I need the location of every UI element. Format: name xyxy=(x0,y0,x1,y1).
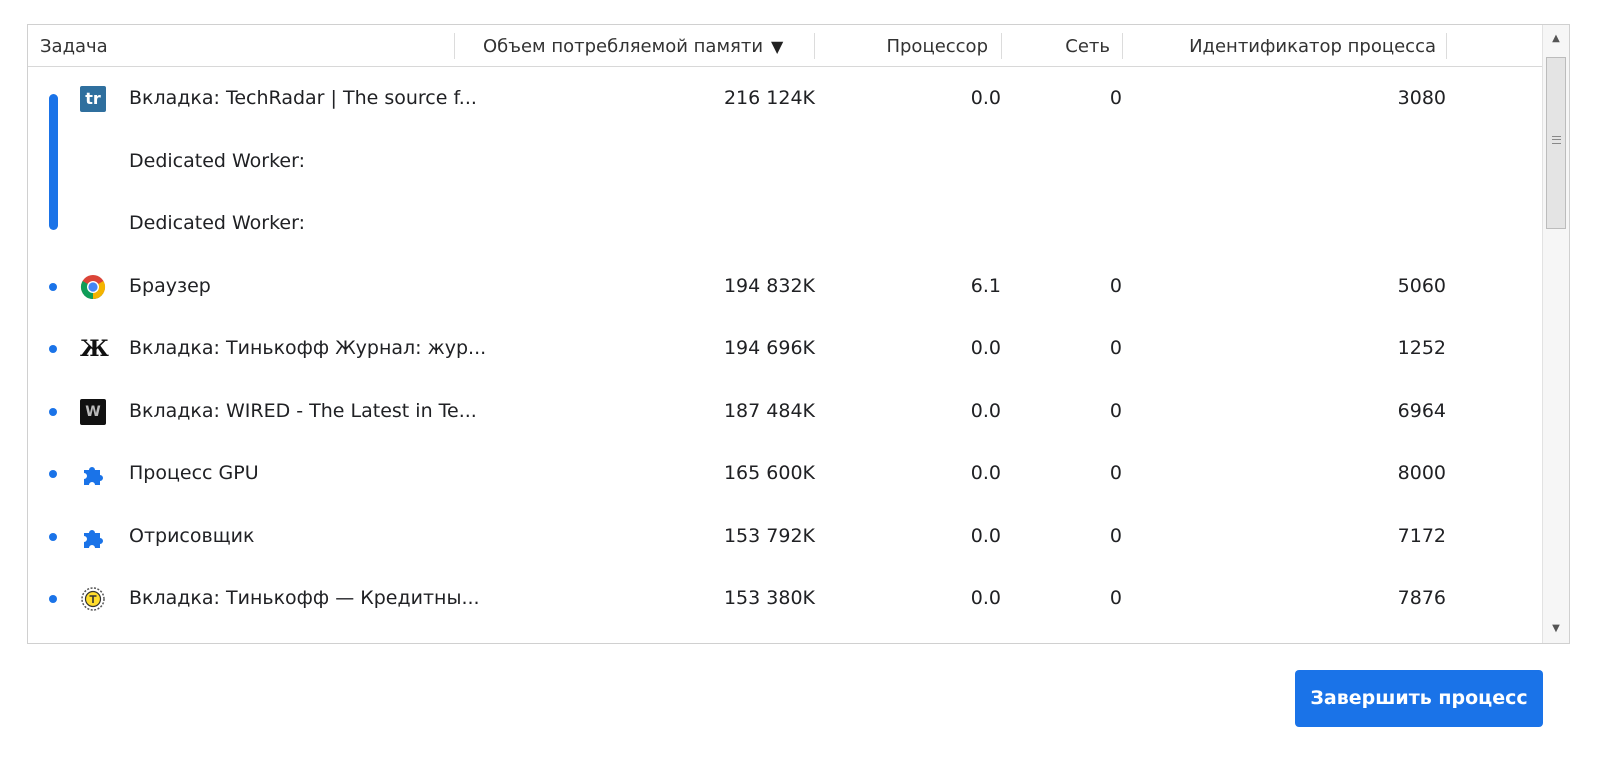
network-value: 0 xyxy=(1109,525,1122,547)
cpu-value: 6.1 xyxy=(970,275,1001,297)
cpu-value: 0.0 xyxy=(970,87,1001,109)
grip-icon xyxy=(1552,136,1561,144)
column-divider[interactable] xyxy=(1446,33,1447,59)
task-name: Браузер xyxy=(129,275,211,297)
process-dot xyxy=(49,283,57,291)
table-row[interactable]: Ж Вкладка: Тинькофф Журнал: жур... 194 6… xyxy=(28,317,1543,380)
network-value: 0 xyxy=(1109,400,1122,422)
table-row[interactable]: Браузер 194 832K 6.1 0 5060 xyxy=(28,255,1543,318)
scroll-down-arrow-icon[interactable]: ▼ xyxy=(1543,615,1569,643)
cpu-value: 0.0 xyxy=(970,337,1001,359)
table-row[interactable]: tr Вкладка: TechRadar | The source f... … xyxy=(28,67,1543,130)
network-value: 0 xyxy=(1109,275,1122,297)
pid-value: 8000 xyxy=(1397,462,1446,484)
memory-value: 153 792K xyxy=(723,525,815,547)
table-row[interactable]: W Вкладка: WIRED - The Latest in Te... 1… xyxy=(28,380,1543,443)
column-header-pid[interactable]: Идентификатор процесса xyxy=(1189,25,1436,66)
sort-descending-icon: ▼ xyxy=(771,37,784,56)
task-name: Вкладка: WIRED - The Latest in Te... xyxy=(129,400,477,422)
column-header-memory-label: Объем потребляемой памяти xyxy=(483,36,764,57)
techradar-icon: tr xyxy=(80,86,106,112)
cpu-value: 0.0 xyxy=(970,462,1001,484)
column-header-cpu[interactable]: Процессор xyxy=(886,25,988,66)
tinkoff-journal-icon: Ж xyxy=(80,336,109,362)
network-value: 0 xyxy=(1109,462,1122,484)
task-name: Dedicated Worker: xyxy=(129,150,305,172)
scroll-up-arrow-icon[interactable]: ▲ xyxy=(1543,25,1569,53)
memory-value: 216 124K xyxy=(723,87,815,109)
task-name: Вкладка: Тинькофф Журнал: жур... xyxy=(129,337,487,359)
pid-value: 6964 xyxy=(1397,400,1446,422)
network-value: 0 xyxy=(1109,337,1122,359)
memory-value: 165 600K xyxy=(723,462,815,484)
memory-value: 187 484K xyxy=(723,400,815,422)
pid-value: 5060 xyxy=(1397,275,1446,297)
cpu-value: 0.0 xyxy=(970,587,1001,609)
chrome-icon xyxy=(80,274,106,300)
pid-value: 1252 xyxy=(1397,337,1446,359)
process-dot xyxy=(49,533,57,541)
task-name: Отрисовщик xyxy=(129,525,255,547)
task-name: Процесс GPU xyxy=(129,462,259,484)
process-dot xyxy=(49,470,57,478)
process-list: tr Вкладка: TechRadar | The source f... … xyxy=(28,67,1543,643)
column-header-task[interactable]: Задача xyxy=(40,25,108,66)
task-name: Вкладка: Тинькофф — Кредитны... xyxy=(129,587,480,609)
puzzle-icon xyxy=(80,524,106,550)
process-dot xyxy=(49,345,57,353)
pid-value: 7172 xyxy=(1397,525,1446,547)
column-header-network[interactable]: Сеть xyxy=(1065,25,1110,66)
puzzle-icon xyxy=(80,461,106,487)
table-row[interactable]: Dedicated Worker: xyxy=(28,130,1543,193)
vertical-scrollbar[interactable]: ▲ ▼ xyxy=(1542,25,1569,643)
column-divider[interactable] xyxy=(1122,33,1123,59)
task-name: Вкладка: TechRadar | The source f... xyxy=(129,87,477,109)
pid-value: 7876 xyxy=(1397,587,1446,609)
memory-value: 194 832K xyxy=(723,275,815,297)
table-row[interactable]: Dedicated Worker: xyxy=(28,192,1543,255)
table-row[interactable]: Отрисовщик 153 792K 0.0 0 7172 xyxy=(28,505,1543,568)
column-header-memory[interactable]: Объем потребляемой памяти ▼ xyxy=(483,25,783,66)
table-row[interactable]: Вкладка: Тинькофф — Кредитны... 153 380K… xyxy=(28,567,1543,630)
scrollbar-thumb[interactable] xyxy=(1546,57,1566,229)
column-divider[interactable] xyxy=(454,33,455,59)
task-name: Dedicated Worker: xyxy=(129,212,305,234)
memory-value: 194 696K xyxy=(723,337,815,359)
process-dot xyxy=(49,595,57,603)
end-process-button[interactable]: Завершить процесс xyxy=(1295,670,1543,727)
task-manager-table: Задача Объем потребляемой памяти ▼ Процес… xyxy=(27,24,1570,644)
cpu-value: 0.0 xyxy=(970,525,1001,547)
column-divider[interactable] xyxy=(1001,33,1002,59)
table-header: Задача Объем потребляемой памяти ▼ Процес… xyxy=(28,25,1543,67)
column-divider[interactable] xyxy=(814,33,815,59)
cpu-value: 0.0 xyxy=(970,400,1001,422)
network-value: 0 xyxy=(1109,587,1122,609)
network-value: 0 xyxy=(1109,87,1122,109)
table-row[interactable]: Процесс GPU 165 600K 0.0 0 8000 xyxy=(28,442,1543,505)
pid-value: 3080 xyxy=(1397,87,1446,109)
memory-value: 153 380K xyxy=(723,587,815,609)
tinkoff-bank-icon xyxy=(80,586,106,612)
wired-icon: W xyxy=(80,399,106,425)
process-dot xyxy=(49,408,57,416)
